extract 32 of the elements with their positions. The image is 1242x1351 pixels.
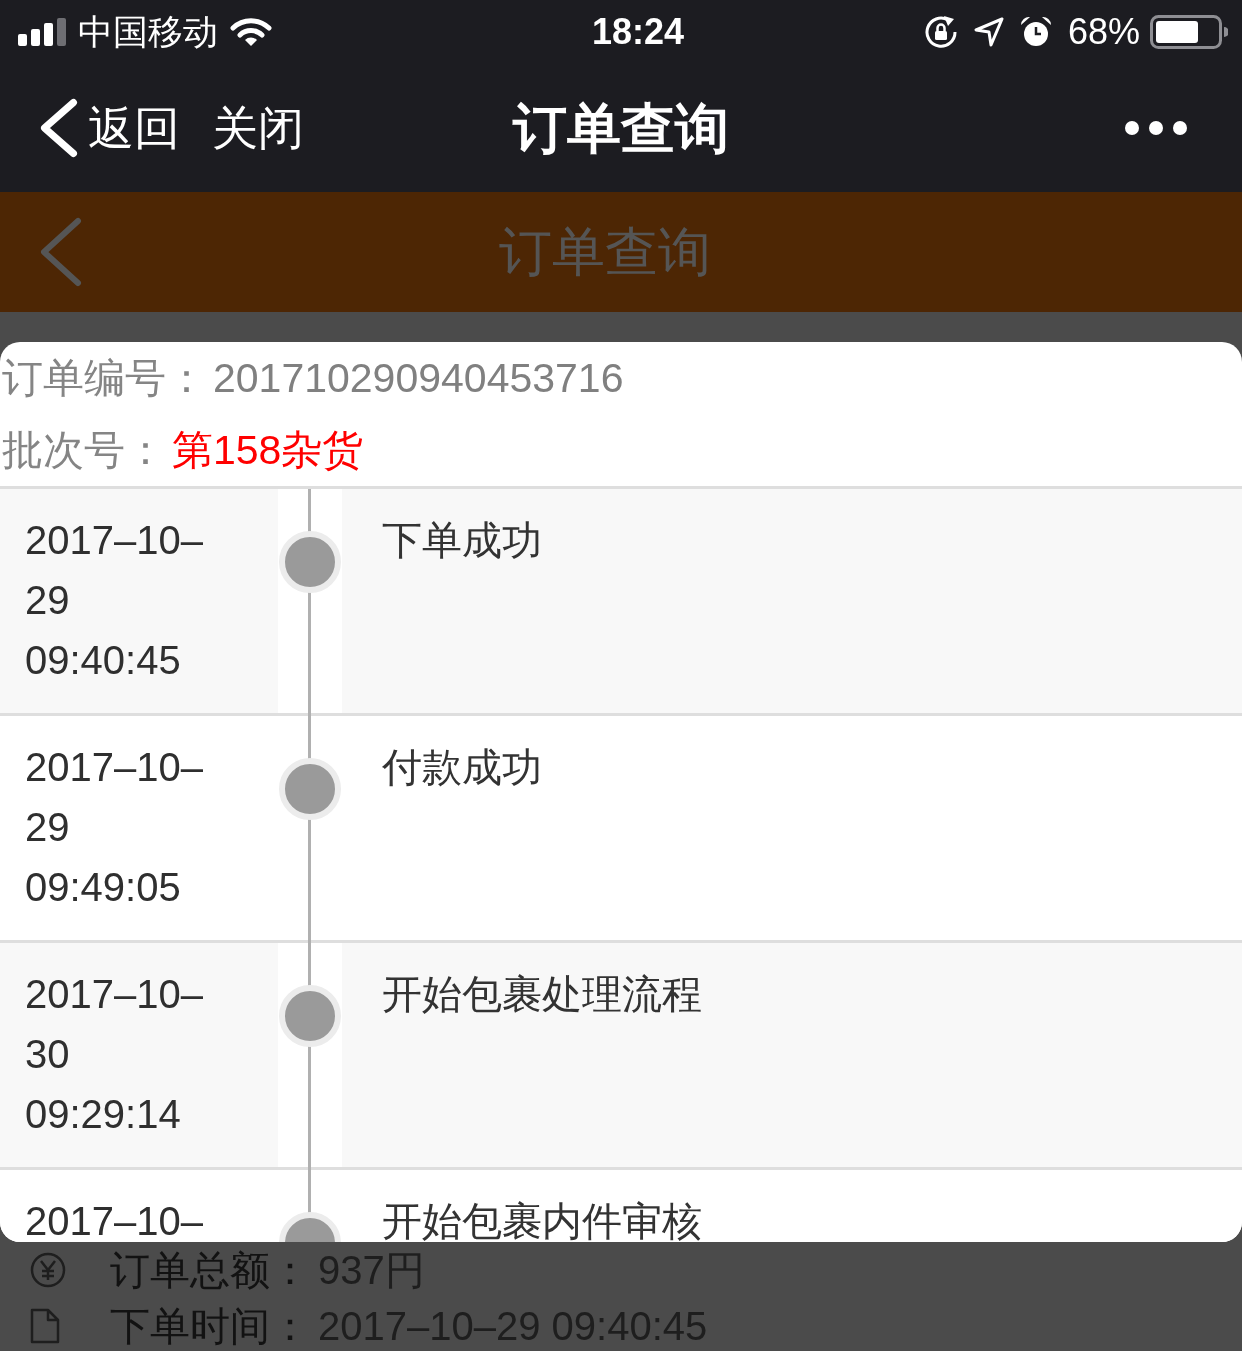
event-status: 开始包裹内件审核 (382, 1199, 702, 1242)
status-time: 18:24 (591, 12, 685, 52)
order-number-label: 订单编号： (2, 354, 207, 403)
page-title: 订单查询 (511, 97, 730, 160)
signal-icon (18, 18, 66, 46)
order-time-label: 下单时间： (110, 1303, 311, 1350)
back-button[interactable]: 返回 (40, 98, 180, 158)
order-number-value: 201710290940453716 (213, 354, 624, 403)
event-time: 2017–10–29 09:40:45 (25, 517, 204, 684)
close-button[interactable]: 关闭 (212, 100, 304, 156)
header-title: 订单查询 (498, 221, 712, 283)
wifi-icon (230, 17, 272, 47)
more-icon[interactable] (1124, 120, 1188, 136)
location-arrow-icon (973, 17, 1004, 47)
batch-value: 第158杂货 (172, 426, 364, 475)
document-icon (30, 1308, 60, 1344)
yen-icon (30, 1252, 66, 1288)
event-status: 付款成功 (382, 745, 542, 789)
event-time: 2017–10–29 09:49:05 (25, 744, 204, 911)
amount-label: 订单总额： (110, 1247, 311, 1294)
event-status: 下单成功 (382, 518, 542, 562)
carrier-name: 中国移动 (78, 12, 218, 52)
event-time: 2017–10–30 09:29:14 (25, 971, 204, 1138)
alarm-clock-icon (1019, 16, 1052, 48)
event-status: 开始包裹处理流程 (382, 972, 702, 1016)
back-chevron-icon (40, 217, 82, 287)
battery-icon (1150, 15, 1228, 49)
batch-label: 批次号： (2, 426, 166, 475)
back-chevron-icon (40, 98, 78, 158)
rotation-lock-icon (923, 15, 958, 49)
event-time: 2017–10– (25, 1198, 203, 1242)
battery-percent: 68% (1067, 12, 1140, 52)
